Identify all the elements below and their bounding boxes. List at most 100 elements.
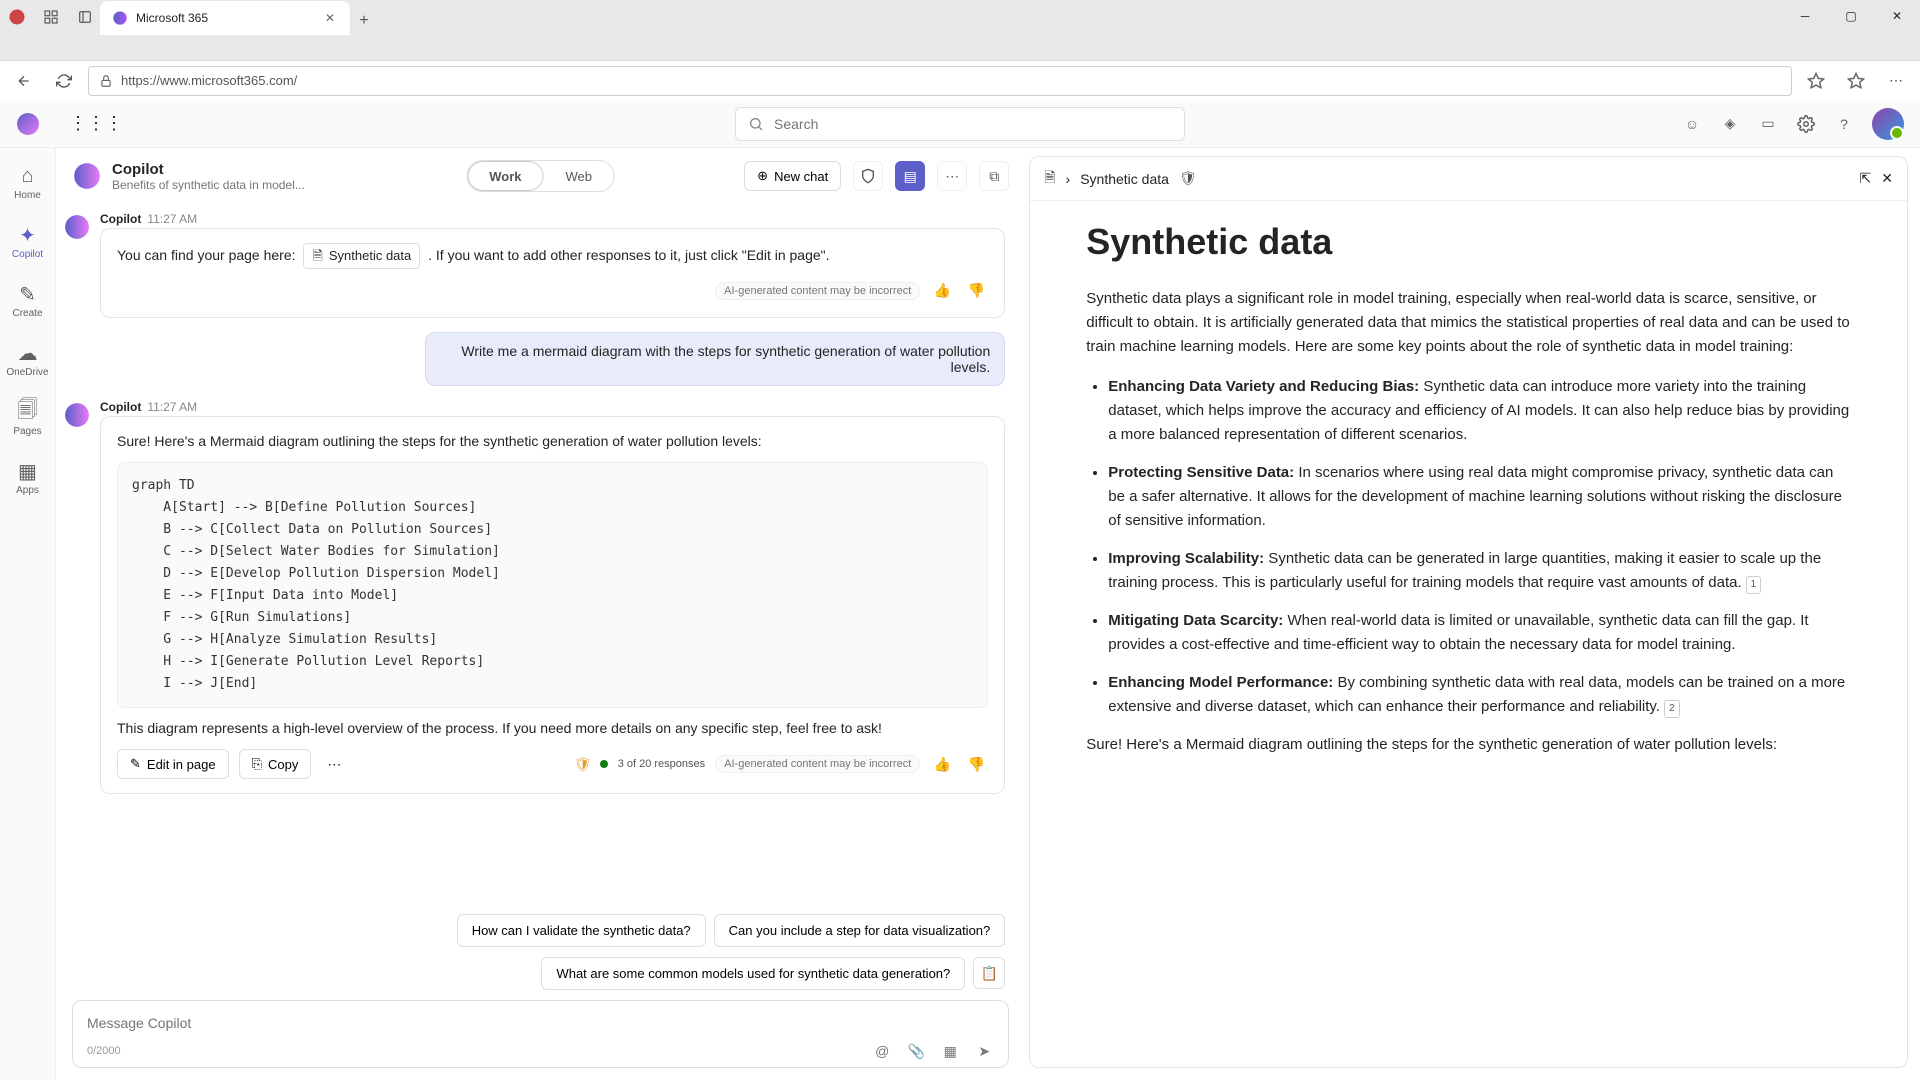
scope-tabs: Work Web bbox=[466, 160, 615, 192]
refresh-button[interactable] bbox=[48, 65, 80, 97]
suggestion-button[interactable]: What are some common models used for syn… bbox=[541, 957, 965, 990]
composer-input[interactable] bbox=[87, 1011, 994, 1035]
m365-logo-icon[interactable] bbox=[16, 112, 40, 136]
tab-work[interactable]: Work bbox=[467, 161, 543, 191]
copilot-avatar-icon bbox=[64, 402, 92, 430]
reference-badge[interactable]: 2 bbox=[1664, 700, 1680, 718]
panel-title: Synthetic data bbox=[1086, 221, 1851, 263]
search-input[interactable] bbox=[774, 116, 1172, 132]
clipboard-icon[interactable]: ▤ bbox=[895, 161, 925, 191]
emoji-icon[interactable]: ☺ bbox=[1682, 114, 1702, 134]
tab-web[interactable]: Web bbox=[544, 161, 615, 191]
message-meta: Copilot11:27 AM bbox=[100, 400, 1005, 414]
thumbs-down-button[interactable]: 👎 bbox=[964, 752, 988, 776]
more-options-icon[interactable]: ⋯ bbox=[937, 161, 967, 191]
message-row: Copilot11:27 AM You can find your page h… bbox=[64, 212, 1005, 318]
panel-breadcrumb[interactable]: Synthetic data bbox=[1080, 171, 1169, 187]
send-button[interactable]: ➤ bbox=[974, 1041, 994, 1061]
thumbs-down-button[interactable]: 👎 bbox=[964, 279, 988, 303]
app-launcher-icon[interactable]: ⋮⋮⋮ bbox=[80, 108, 112, 140]
close-tab-button[interactable]: ✕ bbox=[322, 10, 338, 26]
status-dot bbox=[600, 760, 608, 768]
message-row: Copilot11:27 AM Sure! Here's a Mermaid d… bbox=[64, 400, 1005, 795]
list-item: Enhancing Data Variety and Reducing Bias… bbox=[1108, 375, 1851, 447]
more-actions-icon[interactable]: ⋯ bbox=[321, 756, 347, 773]
personal-icon[interactable] bbox=[6, 6, 28, 28]
panel-list: Enhancing Data Variety and Reducing Bias… bbox=[1086, 375, 1851, 719]
rail-pages[interactable]: 🗐Pages bbox=[4, 396, 52, 441]
tab-title: Microsoft 365 bbox=[136, 11, 314, 25]
pencil-icon: ✎ bbox=[130, 756, 141, 772]
composer-icons: @ 📎 ▦ ➤ bbox=[872, 1041, 994, 1061]
copy-icon: ⎘ bbox=[252, 756, 262, 772]
back-button[interactable] bbox=[8, 65, 40, 97]
rail-onedrive[interactable]: ☁OneDrive bbox=[4, 337, 52, 382]
apps-icon: ▦ bbox=[16, 459, 40, 483]
url-box[interactable]: https://www.microsoft365.com/ bbox=[88, 66, 1792, 96]
panel-paragraph: Synthetic data plays a significant role … bbox=[1086, 287, 1851, 359]
favorites-icon[interactable] bbox=[1840, 65, 1872, 97]
cloud-icon: ☁ bbox=[16, 341, 40, 365]
address-bar: https://www.microsoft365.com/ ⋯ bbox=[0, 60, 1920, 100]
suggestion-button[interactable]: Can you include a step for data visualiz… bbox=[714, 914, 1006, 947]
rail-home[interactable]: ⌂Home bbox=[4, 160, 52, 205]
close-window-button[interactable]: ✕ bbox=[1874, 0, 1920, 32]
list-item: Mitigating Data Scarcity: When real-worl… bbox=[1108, 609, 1851, 657]
settings-gear-icon[interactable] bbox=[1796, 114, 1816, 134]
new-chat-button[interactable]: ⊕New chat bbox=[744, 161, 841, 191]
new-tab-button[interactable]: + bbox=[350, 7, 378, 35]
thumbs-up-button[interactable]: 👍 bbox=[930, 752, 954, 776]
inbox-icon[interactable]: ▭ bbox=[1758, 114, 1778, 134]
shield-badge-icon: 🛡 bbox=[574, 756, 590, 772]
side-panel: 🗎 › Synthetic data 🛡 ⇱ ✕ Synthetic data … bbox=[1029, 156, 1908, 1068]
prompt-icon[interactable]: ▦ bbox=[940, 1041, 960, 1061]
rail-apps[interactable]: ▦Apps bbox=[4, 455, 52, 500]
clipboard-suggestion-button[interactable]: 📋 bbox=[973, 957, 1005, 989]
search-box[interactable] bbox=[735, 107, 1185, 141]
maximize-button[interactable]: ▢ bbox=[1828, 0, 1874, 32]
site-info-icon[interactable] bbox=[99, 74, 113, 88]
list-item: Enhancing Model Performance: By combinin… bbox=[1108, 671, 1851, 719]
premium-icon[interactable]: ◈ bbox=[1720, 114, 1740, 134]
page-doc-icon[interactable]: 🗎 bbox=[1044, 167, 1055, 191]
edit-in-page-button[interactable]: ✎Edit in page bbox=[117, 749, 229, 779]
chat-column: Copilot Benefits of synthetic data in mo… bbox=[56, 148, 1025, 1080]
help-icon[interactable]: ? bbox=[1834, 114, 1854, 134]
main-layout: ⌂Home ✦Copilot ✎Create ☁OneDrive 🗐Pages … bbox=[0, 148, 1920, 1080]
message-meta: Copilot11:27 AM bbox=[100, 212, 1005, 226]
reference-badge[interactable]: 1 bbox=[1746, 576, 1762, 594]
response-count: 3 of 20 responses bbox=[618, 758, 705, 770]
star-outline-icon[interactable] bbox=[1800, 65, 1832, 97]
page-chip[interactable]: 🗎Synthetic data bbox=[303, 243, 420, 269]
left-rail: ⌂Home ✦Copilot ✎Create ☁OneDrive 🗐Pages … bbox=[0, 148, 56, 1080]
message-card: You can find your page here: 🗎Synthetic … bbox=[100, 228, 1005, 318]
attach-icon[interactable]: 📎 bbox=[906, 1041, 926, 1061]
topbar-right: ☺ ◈ ▭ ? bbox=[1682, 108, 1904, 140]
chat-body: Copilot11:27 AM You can find your page h… bbox=[56, 204, 1025, 904]
user-avatar[interactable] bbox=[1872, 108, 1904, 140]
share-icon[interactable]: ⇱ bbox=[1860, 170, 1872, 187]
message-outro: This diagram represents a high-level ove… bbox=[117, 718, 988, 739]
search-icon bbox=[748, 116, 764, 132]
copy-button[interactable]: ⎘Copy bbox=[239, 749, 312, 779]
mention-icon[interactable]: @ bbox=[872, 1041, 892, 1061]
tab-actions-icon[interactable] bbox=[74, 6, 96, 28]
rail-create[interactable]: ✎Create bbox=[4, 278, 52, 323]
open-panel-icon[interactable]: ⧉ bbox=[979, 161, 1009, 191]
user-bubble: Write me a mermaid diagram with the step… bbox=[425, 332, 1005, 386]
code-block[interactable]: graph TD A[Start] --> B[Define Pollution… bbox=[117, 462, 988, 709]
list-item: Protecting Sensitive Data: In scenarios … bbox=[1108, 461, 1851, 533]
minimize-button[interactable]: ─ bbox=[1782, 0, 1828, 32]
pages-icon: 🗐 bbox=[16, 400, 40, 424]
shield-icon[interactable] bbox=[853, 161, 883, 191]
panel-body[interactable]: Synthetic data Synthetic data plays a si… bbox=[1030, 201, 1907, 1067]
page-icon: 🗎 bbox=[312, 246, 322, 266]
composer: 0/2000 @ 📎 ▦ ➤ bbox=[72, 1000, 1009, 1068]
thumbs-up-button[interactable]: 👍 bbox=[930, 279, 954, 303]
browser-tab-active[interactable]: Microsoft 365 ✕ bbox=[100, 1, 350, 35]
workspaces-icon[interactable] bbox=[40, 6, 62, 28]
suggestion-button[interactable]: How can I validate the synthetic data? bbox=[457, 914, 706, 947]
close-panel-button[interactable]: ✕ bbox=[1881, 170, 1893, 187]
rail-copilot[interactable]: ✦Copilot bbox=[4, 219, 52, 264]
settings-more-icon[interactable]: ⋯ bbox=[1880, 65, 1912, 97]
